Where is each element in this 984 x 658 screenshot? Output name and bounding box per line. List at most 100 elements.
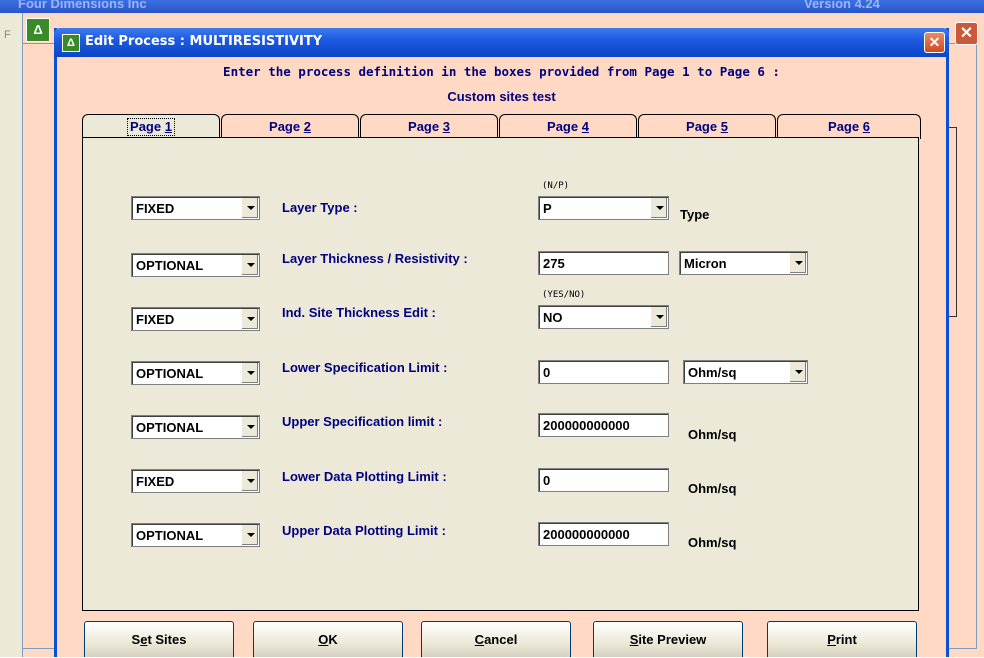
site-preview-button[interactable]: Site Preview — [593, 621, 743, 657]
mode-select-lower-spec-limit[interactable]: OPTIONAL — [131, 361, 260, 385]
label-site-thickness-edit: Ind. Site Thickness Edit : — [282, 305, 436, 320]
tab-key: 2 — [303, 119, 311, 134]
tab-page-4[interactable]: Page 4 — [499, 114, 637, 139]
tab-page-3[interactable]: Page 3 — [360, 114, 498, 139]
layer-thickness-input[interactable]: 275 — [538, 251, 669, 275]
upper-plot-limit-value: 200000000000 — [543, 527, 630, 542]
button-key: P — [827, 632, 836, 647]
lower-plot-limit-input[interactable]: 0 — [538, 468, 669, 492]
lower-plot-unit: Ohm/sq — [688, 481, 737, 496]
button-label: K — [328, 632, 338, 647]
tab-label: Page — [547, 119, 582, 134]
tab-key: 1 — [164, 119, 172, 134]
chevron-down-icon[interactable] — [650, 307, 667, 327]
lower-spec-limit-input[interactable]: 0 — [538, 360, 669, 384]
tab-label: Page — [130, 119, 165, 134]
tab-key: 5 — [720, 119, 728, 134]
layer-thickness-value: 275 — [543, 256, 565, 271]
layer-type-select[interactable]: P — [538, 196, 669, 220]
chevron-down-icon[interactable] — [789, 362, 806, 382]
mode-value: FIXED — [136, 312, 175, 327]
mode-select-lower-plot-limit[interactable]: FIXED — [131, 469, 260, 493]
tab-page-5[interactable]: Page 5 — [638, 114, 776, 139]
tab-key: 6 — [862, 119, 870, 134]
chevron-down-icon[interactable] — [789, 253, 806, 273]
button-label: ancel — [484, 632, 518, 647]
background-version: Version 4.24 — [804, 0, 880, 11]
tab-key: 3 — [442, 119, 450, 134]
mode-value: OPTIONAL — [136, 528, 204, 543]
upper-plot-unit: Ohm/sq — [688, 535, 737, 550]
label-layer-thickness: Layer Thickness / Resistivity : — [282, 251, 468, 266]
dialog-logo-icon: Δ — [62, 34, 80, 52]
chevron-down-icon[interactable] — [241, 525, 258, 545]
mode-select-upper-spec-limit[interactable]: OPTIONAL — [131, 415, 260, 439]
background-left-strip: F — [0, 13, 23, 657]
tab-label: Page — [269, 119, 304, 134]
upper-spec-limit-value: 200000000000 — [543, 418, 630, 433]
set-sites-button[interactable]: Set Sites — [84, 621, 234, 657]
background-titlebar: Four Dimensions Inc Version 4.24 — [0, 0, 984, 13]
mode-select-layer-thickness[interactable]: OPTIONAL — [131, 253, 260, 277]
background-left-letter: F — [4, 29, 11, 41]
thickness-unit-select[interactable]: Micron — [679, 251, 808, 275]
tab-page-2[interactable]: Page 2 — [221, 114, 359, 139]
chevron-down-icon[interactable] — [241, 363, 258, 383]
tab-label: Page — [828, 119, 863, 134]
chevron-down-icon[interactable] — [650, 198, 667, 218]
button-label: ite Preview — [638, 632, 707, 647]
label-layer-type: Layer Type : — [282, 200, 358, 215]
mode-value: FIXED — [136, 201, 175, 216]
tab-key: 4 — [581, 119, 589, 134]
process-subtitle: Custom sites test — [447, 89, 556, 104]
button-label: t Sites — [147, 632, 187, 647]
layer-type-value: P — [543, 201, 552, 216]
app-logo-icon: Δ — [26, 18, 50, 42]
mode-value: FIXED — [136, 474, 175, 489]
cancel-button[interactable]: Cancel — [421, 621, 571, 657]
upper-spec-unit: Ohm/sq — [688, 427, 737, 442]
ok-button[interactable]: OK — [253, 621, 403, 657]
site-thickness-edit-select[interactable]: NO — [538, 305, 669, 329]
label-upper-spec-limit: Upper Specification limit : — [282, 414, 443, 429]
dialog-title: Edit Process : MULTIRESISTIVITY — [85, 34, 323, 49]
hint-layer-type: (N/P) — [542, 181, 570, 191]
background-title: Four Dimensions Inc — [18, 0, 147, 11]
mode-value: OPTIONAL — [136, 258, 204, 273]
button-label: rint — [835, 632, 857, 647]
instruction-text: Enter the process definition in the boxe… — [223, 64, 780, 79]
layer-type-suffix: Type — [680, 207, 710, 222]
label-upper-plot-limit: Upper Data Plotting Limit : — [282, 523, 446, 538]
dialog-close-icon[interactable]: ✕ — [924, 32, 945, 53]
mode-select-upper-plot-limit[interactable]: OPTIONAL — [131, 523, 260, 547]
tab-label: Page — [408, 119, 443, 134]
dialog-titlebar[interactable]: Δ Edit Process : MULTIRESISTIVITY ✕ — [54, 28, 949, 57]
mode-value: OPTIONAL — [136, 420, 204, 435]
chevron-down-icon[interactable] — [241, 255, 258, 275]
print-button[interactable]: Print — [767, 621, 917, 657]
upper-spec-limit-input[interactable]: 200000000000 — [538, 413, 669, 437]
label-lower-plot-limit: Lower Data Plotting Limit : — [282, 469, 447, 484]
button-label: S — [131, 632, 141, 647]
spec-unit-value: Ohm/sq — [688, 365, 737, 380]
thickness-unit-value: Micron — [684, 256, 727, 271]
lower-spec-limit-value: 0 — [543, 365, 551, 380]
chevron-down-icon[interactable] — [241, 417, 258, 437]
button-key: C — [474, 632, 485, 647]
mode-select-layer-type[interactable]: FIXED — [131, 196, 260, 220]
tab-page-6[interactable]: Page 6 — [777, 114, 921, 139]
button-key: O — [318, 632, 329, 647]
label-lower-spec-limit: Lower Specification Limit : — [282, 360, 448, 375]
mode-select-site-thickness-edit[interactable]: FIXED — [131, 307, 260, 331]
tab-label: Page — [686, 119, 721, 134]
spec-unit-select[interactable]: Ohm/sq — [683, 360, 808, 384]
background-close-icon[interactable]: ✕ — [955, 22, 978, 45]
hint-site-thickness-edit: (YES/NO) — [542, 290, 586, 300]
chevron-down-icon[interactable] — [241, 198, 258, 218]
chevron-down-icon[interactable] — [241, 471, 258, 491]
site-thickness-edit-value: NO — [543, 310, 563, 325]
mode-value: OPTIONAL — [136, 366, 204, 381]
upper-plot-limit-input[interactable]: 200000000000 — [538, 522, 669, 546]
lower-plot-limit-value: 0 — [543, 473, 551, 488]
chevron-down-icon[interactable] — [241, 309, 258, 329]
